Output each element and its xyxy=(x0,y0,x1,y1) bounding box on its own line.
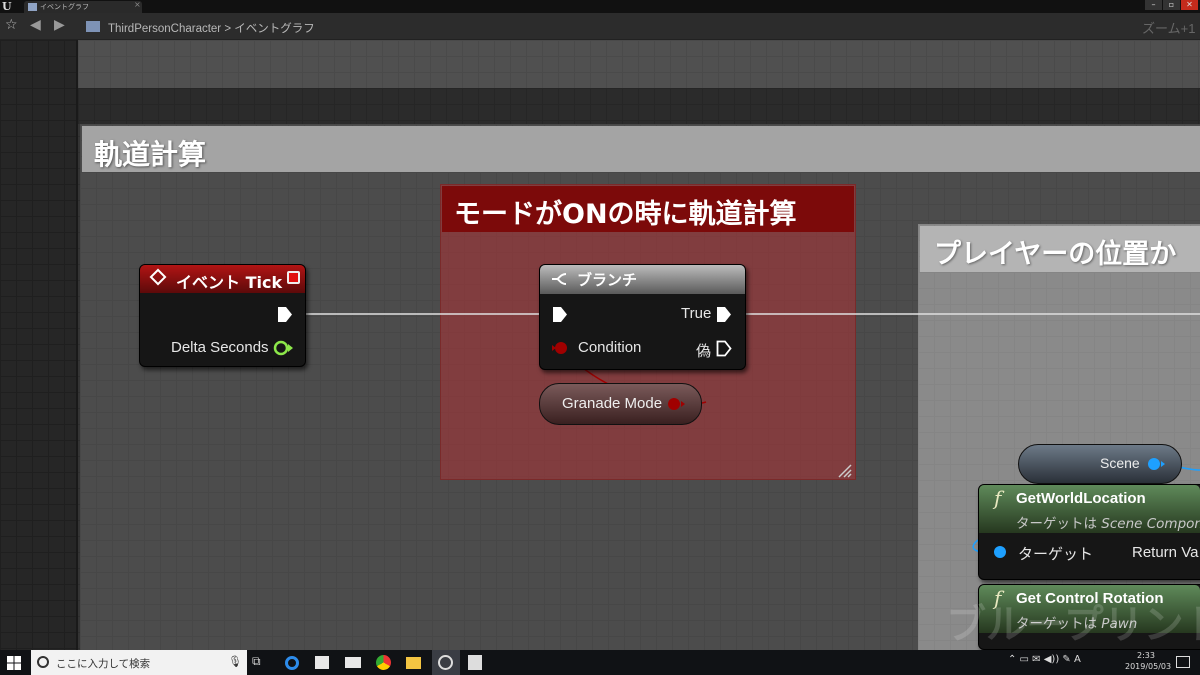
event-tick-title: イベント Tick xyxy=(176,273,283,292)
object-in-pin-icon[interactable] xyxy=(990,544,1010,560)
edge-icon[interactable] xyxy=(285,656,299,670)
notification-icon[interactable] xyxy=(1176,656,1190,668)
clock-date[interactable]: 2019/05/03 xyxy=(1125,662,1171,671)
branch-title: ブランチ xyxy=(577,271,638,289)
graph-gap xyxy=(78,88,1200,124)
search-placeholder: ここに入力して検索 xyxy=(56,658,151,670)
true-label: True xyxy=(681,305,712,322)
cortana-icon xyxy=(37,656,49,668)
breadcrumb[interactable]: ThirdPersonCharacter > イベントグラフ xyxy=(108,20,315,36)
windows-start-icon[interactable] xyxy=(6,655,22,671)
granade-mode-label: Granade Mode xyxy=(562,395,663,412)
tab-label: イベントグラフ xyxy=(40,3,89,11)
tab-close-icon[interactable]: × xyxy=(134,0,141,9)
breadcrumb-bar: ☆ ◀ ▶ ThirdPersonCharacter > イベントグラフ ズーム… xyxy=(0,13,1200,40)
tab-event-graph[interactable]: イベントグラフ xyxy=(24,1,142,13)
exec-out-pin-icon[interactable] xyxy=(277,306,293,323)
exec-in-pin-icon[interactable] xyxy=(552,306,568,323)
subtitle-prefix: ターゲットは xyxy=(1016,516,1102,532)
window-title-bar: U イベントグラフ × – ▫ ✕ xyxy=(0,0,1200,13)
bool-pin-icon[interactable] xyxy=(552,340,574,356)
microphone-icon[interactable]: 🎙 xyxy=(228,655,242,668)
function-icon: f xyxy=(994,486,1002,510)
object-out-pin-icon[interactable] xyxy=(1146,456,1168,472)
unreal-engine-icon xyxy=(438,655,453,670)
false-label: 偽 xyxy=(696,343,712,360)
task-view-icon[interactable]: ⧉ xyxy=(252,654,269,671)
store-icon[interactable] xyxy=(315,656,329,669)
comment-title: プレイヤーの位置か xyxy=(934,239,1177,270)
exec-true-pin-icon[interactable] xyxy=(716,306,732,323)
breadcrumb-separator: > xyxy=(224,23,232,35)
unreal-logo-icon: U xyxy=(2,0,12,13)
branch-header[interactable] xyxy=(540,265,745,294)
comment-title: モードがONの時に軌道計算 xyxy=(454,199,797,230)
exec-false-pin-icon[interactable] xyxy=(716,340,732,357)
delegate-pin-icon[interactable] xyxy=(287,271,300,284)
clock-time[interactable]: 2:33 xyxy=(1137,651,1155,660)
subtitle-target: Scene Compon xyxy=(1101,516,1200,532)
bool-out-pin-icon[interactable] xyxy=(666,396,686,412)
float-pin-icon[interactable] xyxy=(273,340,295,356)
breadcrumb-blueprint[interactable]: ThirdPersonCharacter xyxy=(108,23,221,35)
comment-box-above[interactable] xyxy=(78,40,1200,88)
function-title: GetWorldLocation xyxy=(1016,490,1146,507)
graph-tab-icon xyxy=(28,3,37,11)
mail-icon[interactable] xyxy=(345,657,361,668)
blueprint-watermark: ブループリント xyxy=(946,602,1200,648)
comment-title: 軌道計算 xyxy=(94,138,207,171)
comment-header[interactable] xyxy=(82,126,1200,172)
chrome-icon[interactable] xyxy=(376,655,391,670)
graph-canvas-edge xyxy=(0,40,78,650)
minimize-button[interactable]: – xyxy=(1145,0,1162,10)
maximize-button[interactable]: ▫ xyxy=(1163,0,1180,10)
target-label: ターゲット xyxy=(1018,546,1094,563)
function-subtitle: ターゲットは Scene Compon xyxy=(1016,512,1200,532)
scene-label: Scene xyxy=(1100,455,1140,471)
branch-icon xyxy=(552,273,567,285)
system-tray[interactable]: ⌃ ▭ ✉ ◀)) ✎ A xyxy=(1008,654,1081,665)
breadcrumb-graph[interactable]: イベントグラフ xyxy=(234,23,315,35)
epic-launcher-icon[interactable] xyxy=(468,655,482,670)
return-value-label: Return Va xyxy=(1132,544,1199,561)
close-button[interactable]: ✕ xyxy=(1181,0,1198,10)
resize-handle-icon[interactable] xyxy=(836,462,852,478)
star-icon[interactable]: ☆ xyxy=(5,17,18,33)
forward-arrow-icon[interactable]: ▶ xyxy=(54,17,65,33)
blueprint-icon xyxy=(86,21,100,32)
file-explorer-icon[interactable] xyxy=(406,657,421,669)
zoom-indicator: ズーム+1 xyxy=(1142,21,1196,36)
delta-seconds-label: Delta Seconds xyxy=(171,339,269,356)
back-arrow-icon[interactable]: ◀ xyxy=(30,17,41,33)
condition-label: Condition xyxy=(578,339,642,356)
